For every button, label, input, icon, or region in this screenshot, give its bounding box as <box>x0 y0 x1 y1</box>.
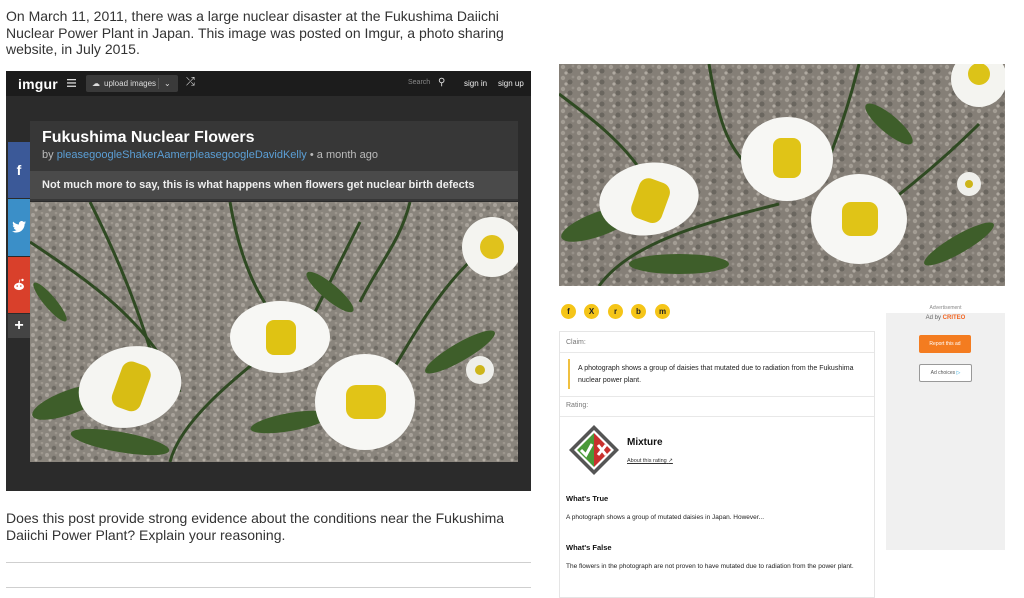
report-ad-button[interactable]: Report this ad <box>919 335 971 353</box>
chevron-down-icon[interactable]: ⌄ <box>164 75 171 92</box>
about-rating-label: About this rating <box>627 458 667 464</box>
external-link-icon: ↗ <box>668 458 673 464</box>
facebook-share-button[interactable]: f <box>8 142 30 198</box>
daisy-right <box>811 174 907 264</box>
menu-icon[interactable] <box>67 79 76 87</box>
daisy-photo-closeup <box>559 64 1005 286</box>
rating-value: Mixture <box>627 437 663 448</box>
more-share-button[interactable]: + <box>8 314 30 338</box>
cloud-upload-icon: ☁ <box>92 79 100 88</box>
sign-in-link[interactable]: sign in <box>464 79 487 88</box>
answer-line <box>6 562 531 563</box>
divider <box>158 78 159 89</box>
plus-icon: + <box>14 317 24 334</box>
fact-check-card: Claim: A photograph shows a group of dai… <box>559 331 875 598</box>
imgur-header: imgur ☁ upload images ⌄ ⤮ Search ⚲ sign … <box>6 71 531 96</box>
answer-line <box>6 587 531 588</box>
search-icon[interactable]: ⚲ <box>438 77 445 88</box>
upload-images-button[interactable]: ☁ upload images ⌄ <box>86 75 178 92</box>
advertisement-label: Advertisement <box>929 305 962 311</box>
bluesky-share-button[interactable]: b <box>631 304 646 319</box>
sign-up-link[interactable]: sign up <box>498 79 524 88</box>
twitter-icon <box>12 221 26 233</box>
claim-box: A photograph shows a group of daisies th… <box>568 359 868 389</box>
post-title: Fukushima Nuclear Flowers <box>42 129 255 146</box>
question-paragraph: Does this post provide strong evidence a… <box>6 510 505 543</box>
reddit-share-button[interactable]: r <box>608 304 623 319</box>
facebook-icon: f <box>567 307 570 316</box>
daisy-small <box>957 172 981 196</box>
post-description: Not much more to say, this is what happe… <box>30 171 518 199</box>
rating-label: Rating: <box>566 402 589 409</box>
criteo-logo: CRITEO <box>942 315 966 321</box>
imgur-screenshot: imgur ☁ upload images ⌄ ⤮ Search ⚲ sign … <box>6 71 531 491</box>
whats-true-text: A photograph shows a group of mutated da… <box>566 514 765 521</box>
upload-images-label: upload images <box>104 79 157 88</box>
ad-panel: Ad by CRITEO Report this ad Ad choices ▷ <box>886 313 1005 550</box>
author-link[interactable]: pleasegoogleShakerAamerpleasegoogleDavid… <box>57 149 307 161</box>
twitter-share-button[interactable] <box>8 199 30 256</box>
adchoices-icon: ▷ <box>956 370 961 376</box>
intro-paragraph: On March 11, 2011, there was a large nuc… <box>6 8 504 57</box>
post-byline: by pleasegoogleShakerAamerpleasegoogleDa… <box>42 149 378 161</box>
ad-by: Ad by CRITEO <box>886 315 1005 321</box>
bluesky-icon: b <box>636 307 641 316</box>
daisy-small <box>466 356 494 384</box>
by-prefix: by <box>42 149 54 161</box>
whats-false-text: The flowers in the photograph are not pr… <box>566 563 854 570</box>
facebook-share-button[interactable]: f <box>561 304 576 319</box>
reddit-share-button[interactable] <box>8 257 30 313</box>
reddit-icon: r <box>613 307 618 316</box>
whats-false-heading: What's False <box>566 543 612 552</box>
claim-text: A photograph shows a group of daisies th… <box>578 365 854 384</box>
facebook-icon: f <box>16 162 22 178</box>
adchoices-button[interactable]: Ad choices ▷ <box>919 364 972 382</box>
daisy-center <box>230 301 330 373</box>
whats-true-heading: What's True <box>566 494 609 503</box>
search-input[interactable]: Search <box>408 79 430 86</box>
shuffle-icon[interactable]: ⤮ <box>186 76 195 89</box>
x-icon: X <box>588 307 595 316</box>
mixture-rating-icon <box>569 425 619 475</box>
adchoices-label: Ad choices <box>930 370 956 376</box>
daisy-right-large <box>315 354 415 450</box>
imgur-logo[interactable]: imgur <box>18 76 58 92</box>
email-icon: m <box>658 307 667 316</box>
divider <box>560 416 874 417</box>
reddit-icon <box>14 278 24 291</box>
claim-label: Claim: <box>566 339 586 346</box>
divider <box>560 396 874 397</box>
ad-by-prefix: Ad by <box>925 315 941 321</box>
divider <box>560 352 874 353</box>
about-rating-link[interactable]: About this rating ↗ <box>627 458 673 464</box>
daisy-photo <box>30 202 518 462</box>
email-share-button[interactable]: m <box>655 304 670 319</box>
daisy-center <box>741 117 833 201</box>
x-share-button[interactable]: X <box>584 304 599 319</box>
post-time: • a month ago <box>309 149 378 161</box>
